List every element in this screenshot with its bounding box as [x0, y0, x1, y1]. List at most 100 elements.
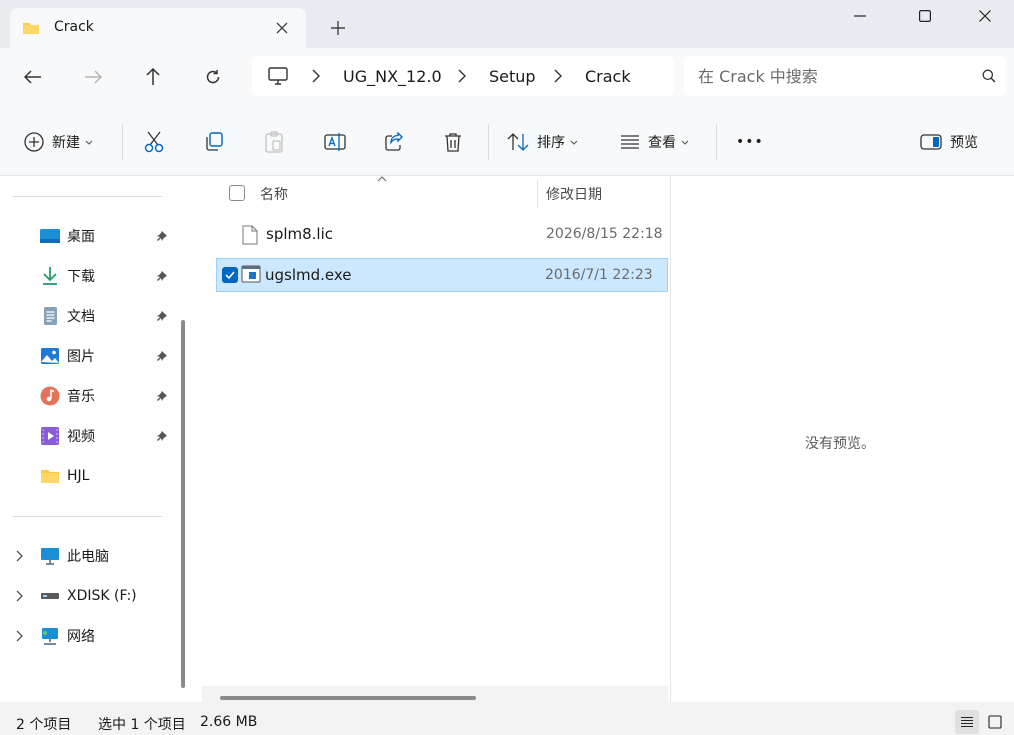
selection-count: 选中 1 个项目: [98, 717, 186, 733]
column-divider[interactable]: [537, 180, 538, 208]
rename-icon: [324, 132, 346, 152]
share-icon: [384, 132, 404, 152]
copy-button[interactable]: [204, 130, 224, 154]
chevron-right-icon[interactable]: [16, 550, 24, 562]
list-view-icon: [620, 134, 640, 150]
refresh-icon[interactable]: [200, 64, 226, 90]
trash-icon: [444, 132, 462, 152]
selection-size: 2.66 MB: [200, 714, 258, 730]
tab-title: Crack: [54, 19, 94, 35]
select-all-checkbox[interactable]: [229, 185, 245, 201]
pin-icon[interactable]: [156, 310, 168, 322]
music-icon: [40, 386, 60, 406]
status-bar: 2 个项目 选中 1 个项目 2.66 MB: [0, 702, 1014, 735]
pin-icon[interactable]: [156, 430, 168, 442]
up-arrow-icon[interactable]: [140, 64, 166, 90]
plus-circle-icon: [24, 132, 44, 152]
chevron-right-icon[interactable]: [16, 630, 24, 642]
breadcrumb-ug-nx[interactable]: UG_NX_12.0: [343, 67, 442, 86]
toolbar-divider: [716, 124, 717, 160]
sidebar-label: 视频: [67, 429, 95, 445]
horizontal-scrollbar[interactable]: [220, 696, 476, 700]
delete-button[interactable]: [444, 130, 462, 154]
folder-icon: [22, 20, 40, 36]
file-name: ugslmd.exe: [265, 266, 352, 284]
breadcrumb-crack[interactable]: Crack: [585, 67, 631, 86]
paste-button[interactable]: [264, 130, 284, 154]
column-header-modified[interactable]: 修改日期: [546, 184, 602, 204]
sidebar-scrollbar[interactable]: [181, 320, 185, 688]
preview-pane-button[interactable]: 预览: [920, 130, 978, 154]
scissors-icon: [144, 131, 164, 153]
sidebar-divider: [12, 196, 162, 197]
sidebar-item-xdisk[interactable]: XDISK (F:): [40, 582, 180, 610]
close-icon[interactable]: [274, 20, 290, 36]
column-header-name[interactable]: 名称: [260, 184, 288, 204]
search-icon[interactable]: [982, 69, 996, 83]
search-input[interactable]: [698, 65, 958, 87]
sort-icon: [507, 133, 529, 151]
preview-label: 预览: [950, 135, 978, 151]
sidebar-item-this-pc[interactable]: 此电脑: [40, 542, 180, 570]
view-label: 查看: [648, 135, 676, 151]
view-button[interactable]: 查看: [620, 130, 689, 154]
chevron-right-icon[interactable]: [312, 69, 324, 83]
pin-icon[interactable]: [156, 270, 168, 282]
tiles-view-icon[interactable]: [983, 710, 1007, 734]
document-icon: [40, 306, 60, 326]
sidebar-label: 下载: [67, 269, 95, 285]
sidebar-item-network[interactable]: 网络: [40, 622, 180, 650]
more-options-button[interactable]: •••: [736, 130, 764, 154]
title-bar: Crack: [0, 0, 1014, 48]
file-row-selected[interactable]: ugslmd.exe 2016/7/1 22:23: [216, 258, 668, 292]
rename-button[interactable]: [324, 130, 346, 154]
chevron-down-icon: [681, 140, 689, 145]
forward-arrow-icon[interactable]: [80, 64, 106, 90]
chevron-down-icon: [570, 140, 578, 145]
back-arrow-icon[interactable]: [20, 64, 46, 90]
chevron-right-icon[interactable]: [16, 590, 24, 602]
details-view-icon[interactable]: [955, 710, 979, 734]
navigation-pane: 桌面 下载 文档 图片 音乐 视频 HJL 此电脑 XDISK (F:) 网络: [0, 176, 194, 702]
breadcrumb-setup[interactable]: Setup: [489, 67, 536, 86]
file-row[interactable]: splm8.lic 2026/8/15 22:18: [218, 218, 668, 252]
preview-pane: 没有预览。: [670, 176, 1014, 702]
chevron-right-icon[interactable]: [458, 69, 470, 83]
toolbar-divider: [122, 124, 123, 160]
more-icon: •••: [736, 134, 764, 150]
video-icon: [40, 426, 60, 446]
tab-crack[interactable]: Crack: [10, 8, 306, 48]
address-bar[interactable]: UG_NX_12.0 Setup Crack: [252, 56, 674, 96]
row-checkbox-checked[interactable]: [222, 267, 238, 283]
plus-icon[interactable]: [328, 18, 348, 38]
maximize-icon[interactable]: [911, 4, 939, 28]
sidebar-label: 网络: [67, 629, 95, 645]
cut-button[interactable]: [144, 130, 164, 154]
item-count: 2 个项目: [16, 717, 72, 733]
pin-icon[interactable]: [156, 350, 168, 362]
executable-icon: [241, 265, 261, 283]
new-button[interactable]: 新建: [24, 130, 93, 154]
search-box[interactable]: [684, 56, 1006, 96]
close-window-icon[interactable]: [971, 4, 999, 28]
sidebar-label: 图片: [67, 349, 95, 365]
share-button[interactable]: [384, 130, 404, 154]
chevron-right-icon[interactable]: [554, 69, 566, 83]
sidebar-label: 文档: [67, 309, 95, 325]
sort-button[interactable]: 排序: [507, 130, 578, 154]
file-list: 名称 修改日期 splm8.lic 2026/8/15 22:18 ugslmd…: [194, 176, 670, 702]
copy-icon: [204, 132, 224, 152]
sort-arrow-icon: [377, 176, 387, 182]
clipboard-icon: [264, 131, 284, 153]
sidebar-label: XDISK (F:): [67, 588, 137, 604]
pin-icon[interactable]: [156, 230, 168, 242]
sidebar-label: HJL: [67, 468, 90, 484]
sort-label: 排序: [537, 135, 565, 151]
sidebar-label: 音乐: [67, 389, 95, 405]
computer-icon[interactable]: [268, 67, 288, 85]
new-label: 新建: [52, 135, 80, 151]
pin-icon[interactable]: [156, 390, 168, 402]
sidebar-item-hjl[interactable]: HJL: [40, 462, 180, 490]
toolbar-divider: [488, 124, 489, 160]
minimize-icon[interactable]: [846, 4, 874, 28]
